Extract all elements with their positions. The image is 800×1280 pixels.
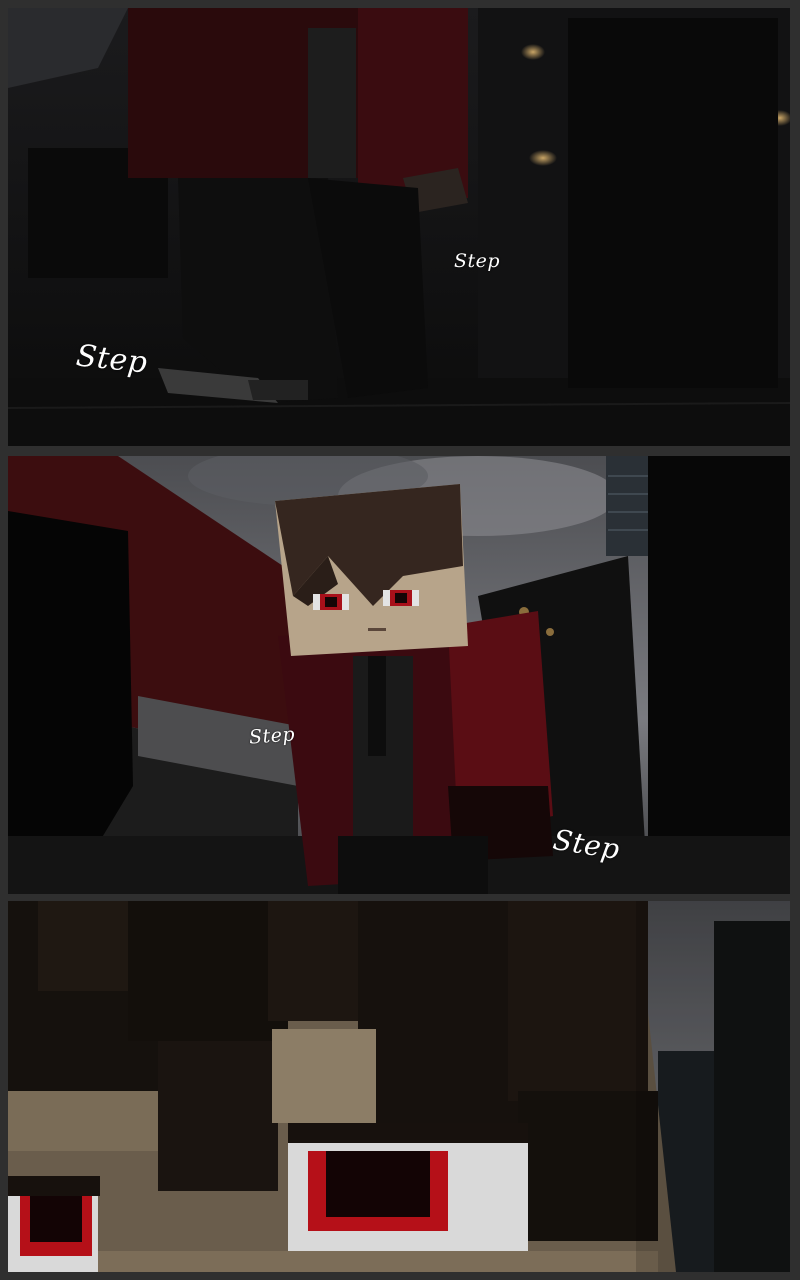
sfx-step-text: Step bbox=[248, 723, 296, 749]
sfx-step-text: Step bbox=[74, 338, 150, 381]
comic-panel-3 bbox=[8, 901, 790, 1272]
comic-page: Step Step Step Step bbox=[0, 0, 800, 1280]
panel-3-artwork bbox=[8, 901, 790, 1272]
comic-panel-1: Step Step bbox=[8, 8, 790, 446]
panel-2-artwork bbox=[8, 456, 790, 894]
panel-1-artwork bbox=[8, 8, 790, 446]
sfx-step-text: Step bbox=[454, 250, 501, 272]
comic-panel-2: Step Step bbox=[8, 456, 790, 894]
